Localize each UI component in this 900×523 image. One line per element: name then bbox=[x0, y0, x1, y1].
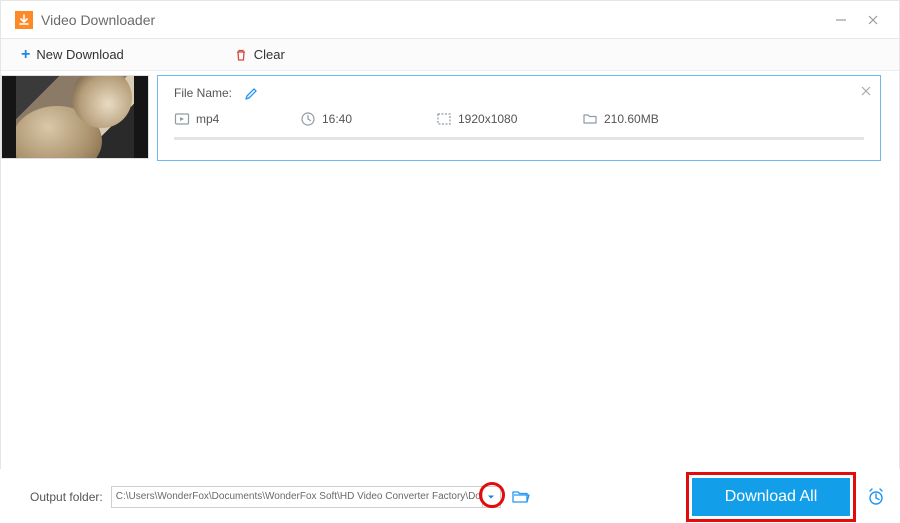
clear-button[interactable]: Clear bbox=[234, 47, 285, 63]
trash-icon bbox=[234, 47, 248, 63]
open-folder-icon bbox=[511, 489, 531, 505]
download-all-wrapper: Download All bbox=[692, 478, 850, 516]
schedule-button[interactable] bbox=[866, 487, 886, 507]
window-title: Video Downloader bbox=[41, 12, 155, 28]
new-download-button[interactable]: + New Download bbox=[21, 47, 124, 63]
video-thumbnail[interactable] bbox=[1, 75, 149, 159]
format-value: mp4 bbox=[196, 112, 219, 126]
new-download-label: New Download bbox=[36, 47, 123, 62]
title-bar: Video Downloader bbox=[1, 1, 899, 39]
open-output-folder-button[interactable] bbox=[511, 489, 531, 505]
close-button[interactable] bbox=[857, 4, 889, 36]
toolbar: + New Download Clear bbox=[1, 39, 899, 71]
duration-meta: 16:40 bbox=[300, 111, 420, 127]
file-name-row: File Name: bbox=[174, 86, 864, 101]
clock-icon bbox=[300, 111, 316, 127]
alarm-clock-icon bbox=[866, 487, 886, 507]
download-all-label: Download All bbox=[725, 488, 818, 506]
edit-filename-button[interactable] bbox=[244, 86, 258, 101]
download-item-card[interactable]: File Name: mp4 16:40 1920x1080 210.60MB bbox=[157, 75, 881, 161]
resolution-meta: 1920x1080 bbox=[436, 111, 566, 127]
size-value: 210.60MB bbox=[604, 112, 659, 126]
minimize-button[interactable] bbox=[825, 4, 857, 36]
resolution-icon bbox=[436, 111, 452, 127]
chevron-down-icon bbox=[487, 493, 495, 501]
size-meta: 210.60MB bbox=[582, 111, 659, 127]
duration-value: 16:40 bbox=[322, 112, 352, 126]
bottom-bar: Output folder: C:\Users\WonderFox\Docume… bbox=[0, 469, 900, 523]
output-folder-path: C:\Users\WonderFox\Documents\WonderFox S… bbox=[116, 491, 482, 502]
clear-label: Clear bbox=[254, 47, 285, 62]
remove-item-button[interactable] bbox=[860, 82, 872, 100]
file-name-label: File Name: bbox=[174, 86, 232, 100]
plus-icon: + bbox=[21, 47, 30, 63]
folder-icon bbox=[582, 111, 598, 127]
output-folder-label: Output folder: bbox=[30, 490, 103, 504]
resolution-value: 1920x1080 bbox=[458, 112, 517, 126]
video-format-icon bbox=[174, 111, 190, 127]
output-folder-field[interactable]: C:\Users\WonderFox\Documents\WonderFox S… bbox=[111, 486, 501, 508]
download-all-button[interactable]: Download All bbox=[692, 478, 850, 516]
output-folder-dropdown[interactable] bbox=[482, 487, 500, 507]
app-logo-icon bbox=[15, 11, 33, 29]
meta-row: mp4 16:40 1920x1080 210.60MB bbox=[174, 111, 864, 127]
progress-bar bbox=[174, 137, 864, 140]
format-meta: mp4 bbox=[174, 111, 284, 127]
download-item: File Name: mp4 16:40 1920x1080 210.60MB bbox=[1, 75, 899, 161]
